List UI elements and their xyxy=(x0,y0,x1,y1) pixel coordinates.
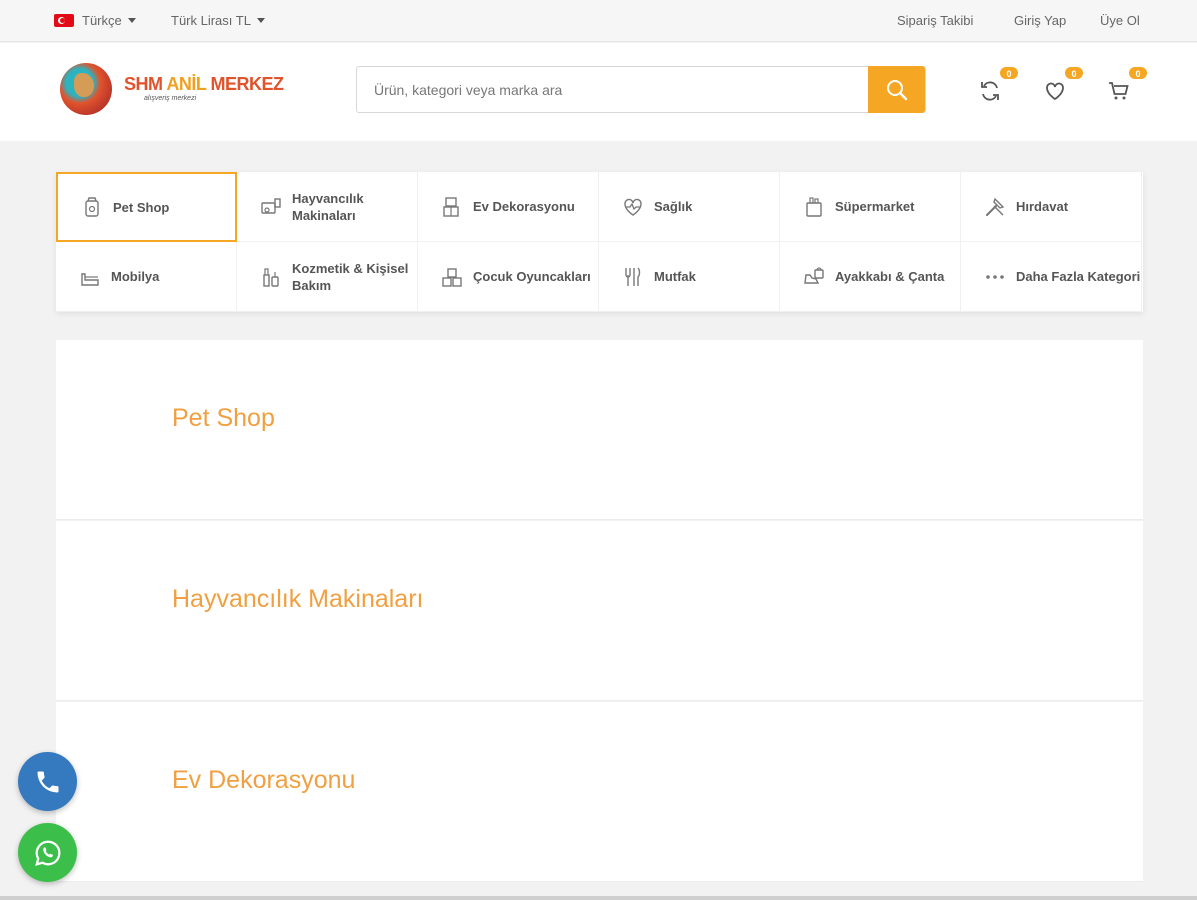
category-more[interactable]: Daha Fazla Kategori xyxy=(961,242,1142,312)
section-title[interactable]: Hayvancılık Makinaları xyxy=(172,585,423,614)
home-decor-icon xyxy=(443,196,459,217)
category-pet-shop[interactable]: Pet Shop xyxy=(56,172,237,242)
search-icon xyxy=(886,79,907,100)
chevron-down-icon xyxy=(127,18,136,23)
wishlist-count-badge: 0 xyxy=(1064,66,1084,80)
category-label: Daha Fazla Kategori xyxy=(1016,269,1141,284)
category-label: Mutfak xyxy=(654,269,696,284)
machine-icon xyxy=(261,197,281,214)
currency-selector[interactable]: Türk Lirası TL xyxy=(171,13,265,28)
language-selector[interactable]: Türkçe xyxy=(54,13,136,28)
cart-icon xyxy=(1109,82,1129,100)
section-title[interactable]: Ev Dekorasyonu xyxy=(172,766,355,795)
pet-food-icon xyxy=(85,197,99,217)
whatsapp-button[interactable] xyxy=(18,823,77,882)
bottom-edge xyxy=(0,896,1197,900)
category-label: Süpermarket xyxy=(835,199,915,214)
sofa-icon xyxy=(81,272,99,286)
refresh-compare-icon xyxy=(981,81,999,101)
category-label: Sağlık xyxy=(654,199,693,214)
category-menu: Pet Shop Hayvancılık Makinaları Ev Dekor… xyxy=(56,172,1143,312)
brand-name-last: MERKEZ xyxy=(210,74,285,94)
whatsapp-icon xyxy=(34,840,60,866)
category-shoes-bags[interactable]: Ayakkabı & Çanta xyxy=(780,242,961,312)
category-label: Hırdavat xyxy=(1016,199,1069,214)
brand-name-first: SHM xyxy=(124,74,163,94)
phone-icon xyxy=(37,771,58,792)
category-hardware[interactable]: Hırdavat xyxy=(961,172,1142,242)
wishlist-button[interactable]: 0 xyxy=(1040,66,1084,106)
category-toys[interactable]: Çocuk Oyuncakları xyxy=(418,242,599,312)
register-link[interactable]: Üye Ol xyxy=(1100,13,1140,28)
kitchen-utensils-icon xyxy=(625,267,641,286)
tools-icon xyxy=(986,197,1005,216)
category-label: Hayvancılık Makinaları xyxy=(292,190,364,223)
search-box xyxy=(356,66,926,113)
call-button[interactable] xyxy=(18,752,77,811)
brand-name-middle: ANİL xyxy=(166,74,207,94)
top-bar: Türkçe Türk Lirası TL Sipariş Takibi Gir… xyxy=(0,0,1197,42)
category-label: Ev Dekorasyonu xyxy=(473,199,575,214)
category-label: Mobilya xyxy=(111,269,160,284)
heart-pulse-icon xyxy=(624,198,642,216)
cosmetics-icon xyxy=(263,267,279,287)
category-kitchen[interactable]: Mutfak xyxy=(599,242,780,312)
cart-count-badge: 0 xyxy=(1128,66,1148,80)
search-input[interactable] xyxy=(357,67,869,112)
brand-text: SHM ANİL MERKEZ alışveriş merkezi xyxy=(124,74,284,104)
section-livestock-machines: Hayvancılık Makinaları xyxy=(56,521,1143,701)
compare-count-badge: 0 xyxy=(999,66,1019,80)
globe-logo-icon xyxy=(60,63,112,115)
category-livestock-machines[interactable]: Hayvancılık Makinaları xyxy=(237,172,418,242)
section-home-decor: Ev Dekorasyonu xyxy=(56,702,1143,882)
login-link[interactable]: Giriş Yap xyxy=(1014,13,1066,28)
site-logo[interactable]: SHM ANİL MERKEZ alışveriş merkezi xyxy=(60,63,284,115)
turkey-flag-icon xyxy=(54,14,74,27)
category-label: Çocuk Oyuncakları xyxy=(473,269,591,284)
category-label: Ayakkabı & Çanta xyxy=(835,269,945,284)
category-supermarket[interactable]: Süpermarket xyxy=(780,172,961,242)
compare-button[interactable]: 0 xyxy=(975,66,1019,106)
order-tracking-link[interactable]: Sipariş Takibi xyxy=(897,13,973,28)
category-cosmetics[interactable]: Kozmetik & Kişisel Bakım xyxy=(237,242,418,312)
shoe-bag-icon xyxy=(804,266,824,284)
more-dots-icon xyxy=(986,274,1004,279)
language-label: Türkçe xyxy=(82,13,122,28)
category-label: Kozmetik & Kişisel Bakım xyxy=(292,260,409,293)
currency-label: Türk Lirası TL xyxy=(171,13,251,28)
search-button[interactable] xyxy=(868,66,925,113)
category-health[interactable]: Sağlık xyxy=(599,172,780,242)
category-label: Pet Shop xyxy=(113,199,170,215)
section-pet-shop: Pet Shop xyxy=(56,340,1143,520)
chevron-down-icon xyxy=(256,18,265,23)
brand-tagline: alışveriş merkezi xyxy=(144,95,197,102)
toy-blocks-icon xyxy=(442,267,462,287)
section-title[interactable]: Pet Shop xyxy=(172,404,275,433)
category-furniture[interactable]: Mobilya xyxy=(56,242,237,312)
cart-button[interactable]: 0 xyxy=(1104,66,1148,106)
grocery-icon xyxy=(806,196,822,217)
brand-name: SHM ANİL MERKEZ xyxy=(124,74,284,94)
heart-icon xyxy=(1046,82,1064,101)
site-header: SHM ANİL MERKEZ alışveriş merkezi 0 0 0 xyxy=(0,43,1197,141)
category-home-decor[interactable]: Ev Dekorasyonu xyxy=(418,172,599,242)
